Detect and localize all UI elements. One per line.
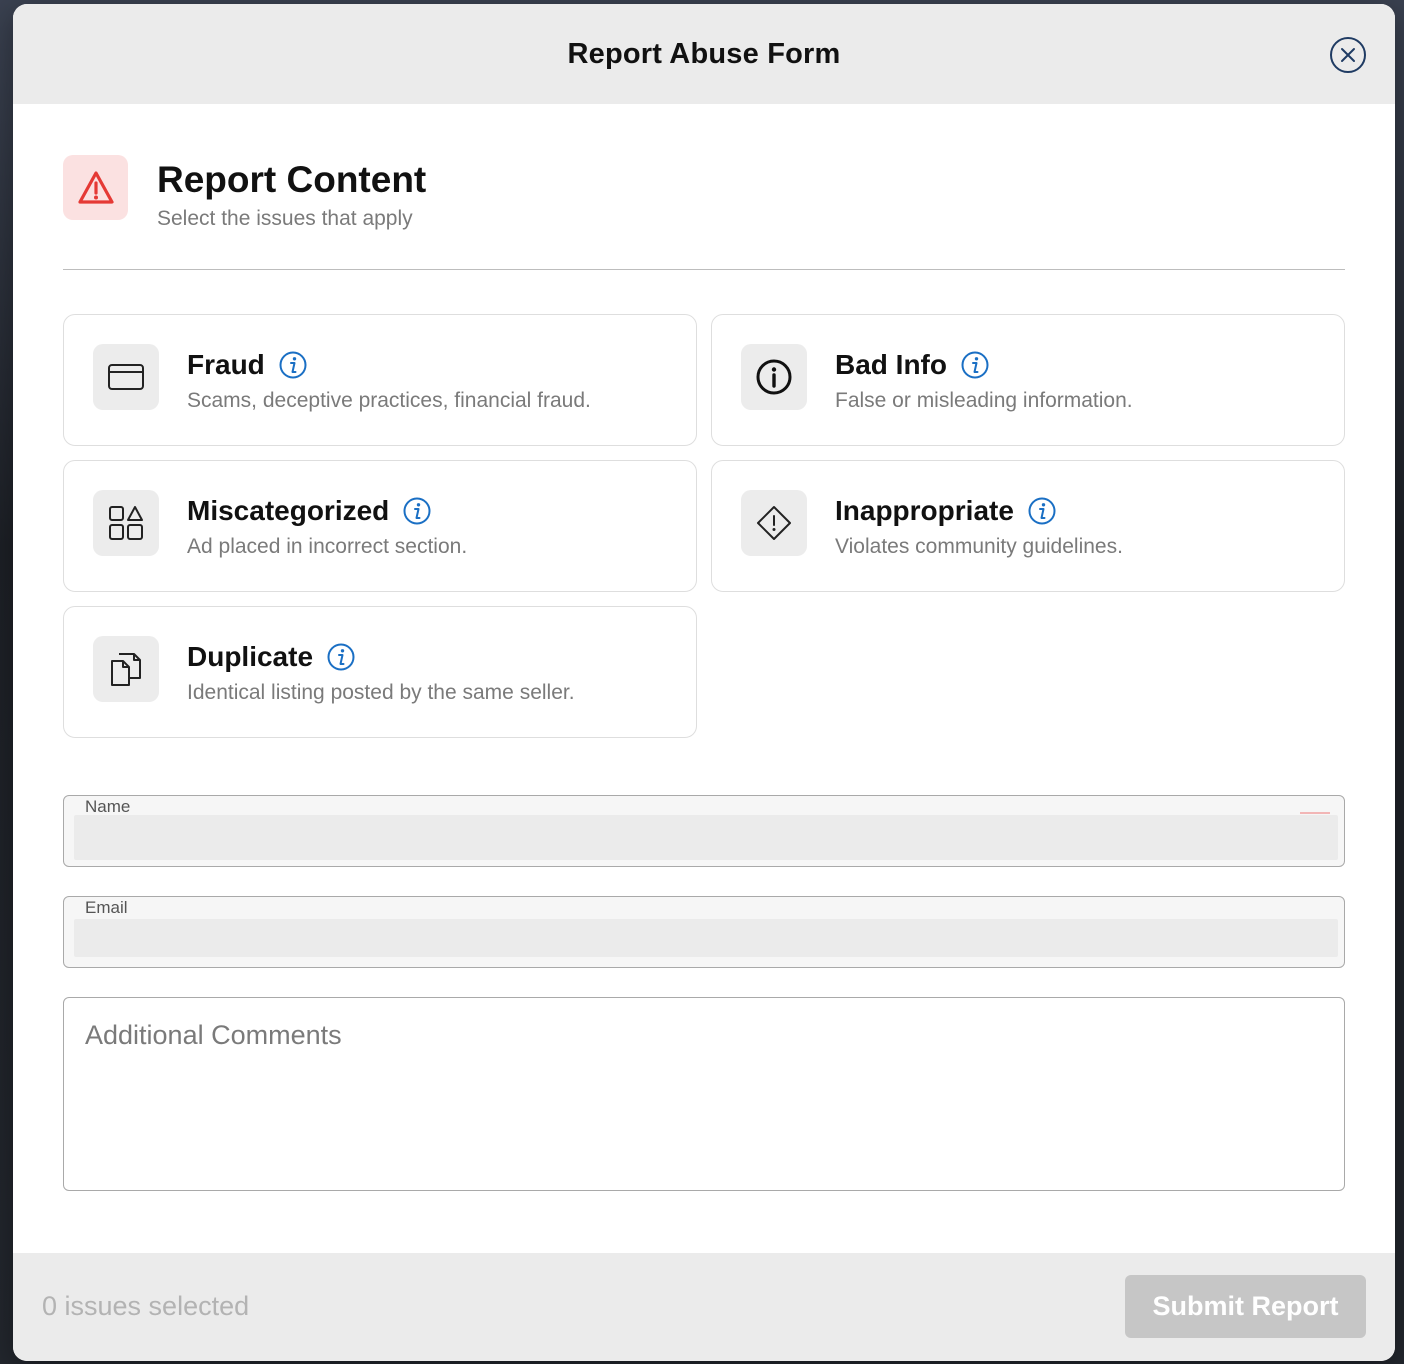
- name-label: Name: [85, 797, 131, 816]
- modal-title: Report Abuse Form: [567, 37, 841, 70]
- close-icon: [1341, 48, 1355, 62]
- issue-description: Scams, deceptive practices, financial fr…: [187, 389, 591, 412]
- issue-card-inappropriate[interactable]: Inappropriate Violates community guideli…: [711, 460, 1345, 592]
- submit-report-button[interactable]: Submit Report: [1125, 1275, 1366, 1338]
- close-button[interactable]: [1330, 37, 1366, 73]
- issue-title-text: Duplicate: [187, 641, 314, 672]
- section-subtitle: Select the issues that apply: [157, 207, 413, 230]
- additional-comments-textarea[interactable]: [64, 998, 1344, 1190]
- issue-title-text: Miscategorized: [187, 495, 390, 526]
- info-tooltip-icon[interactable]: [279, 351, 307, 379]
- issue-title: Fraud: [187, 349, 307, 381]
- warning-badge: [63, 155, 128, 220]
- info-circle-icon: [756, 359, 792, 395]
- email-field-container: Email: [63, 896, 1345, 968]
- issue-description: Ad placed in incorrect section.: [187, 535, 468, 558]
- name-field-container: Name: [63, 795, 1345, 867]
- issue-description: Violates community guidelines.: [835, 535, 1123, 558]
- issue-description: False or misleading information.: [835, 389, 1133, 412]
- issue-icon-box: [93, 490, 159, 556]
- issue-title: Bad Info: [835, 349, 989, 381]
- issue-title-text: Inappropriate: [835, 495, 1014, 526]
- categories-icon: [109, 506, 143, 540]
- issue-title: Miscategorized: [187, 495, 431, 527]
- warning-triangle-icon: [77, 170, 114, 204]
- issue-title: Inappropriate: [835, 495, 1056, 527]
- credit-card-icon: [108, 364, 144, 390]
- required-indicator: [1300, 812, 1330, 814]
- email-label: Email: [85, 898, 128, 917]
- issue-card-fraud[interactable]: Fraud Scams, deceptive practices, financ…: [63, 314, 697, 446]
- alert-diamond-icon: [757, 506, 791, 540]
- report-abuse-modal: Report Abuse Form Report Content Select …: [13, 4, 1395, 1361]
- info-tooltip-icon[interactable]: [1028, 497, 1056, 525]
- section-header: Report Content Select the issues that ap…: [63, 155, 1345, 270]
- issue-card-duplicate[interactable]: Duplicate Identical listing posted by th…: [63, 606, 697, 738]
- issue-card-miscategorized[interactable]: Miscategorized Ad placed in incorrect se…: [63, 460, 697, 592]
- copy-icon: [111, 653, 141, 686]
- comments-container: [63, 997, 1345, 1191]
- issue-icon-box: [741, 490, 807, 556]
- modal-header: Report Abuse Form: [13, 4, 1395, 104]
- issue-icon-box: [93, 636, 159, 702]
- name-input[interactable]: [74, 815, 1338, 860]
- email-input[interactable]: [74, 919, 1338, 957]
- selected-count-text: 0 issues selected: [42, 1291, 250, 1321]
- modal-footer: 0 issues selected Submit Report: [13, 1253, 1395, 1361]
- issue-title-text: Fraud: [187, 349, 265, 380]
- issue-title-text: Bad Info: [835, 349, 947, 380]
- section-title: Report Content: [157, 159, 427, 200]
- info-tooltip-icon[interactable]: [403, 497, 431, 525]
- issue-description: Identical listing posted by the same sel…: [187, 681, 575, 704]
- issue-card-bad-info[interactable]: Bad Info False or misleading information…: [711, 314, 1345, 446]
- info-tooltip-icon[interactable]: [327, 643, 355, 671]
- info-tooltip-icon[interactable]: [961, 351, 989, 379]
- issue-icon-box: [741, 344, 807, 410]
- issue-title: Duplicate: [187, 641, 355, 673]
- issue-icon-box: [93, 344, 159, 410]
